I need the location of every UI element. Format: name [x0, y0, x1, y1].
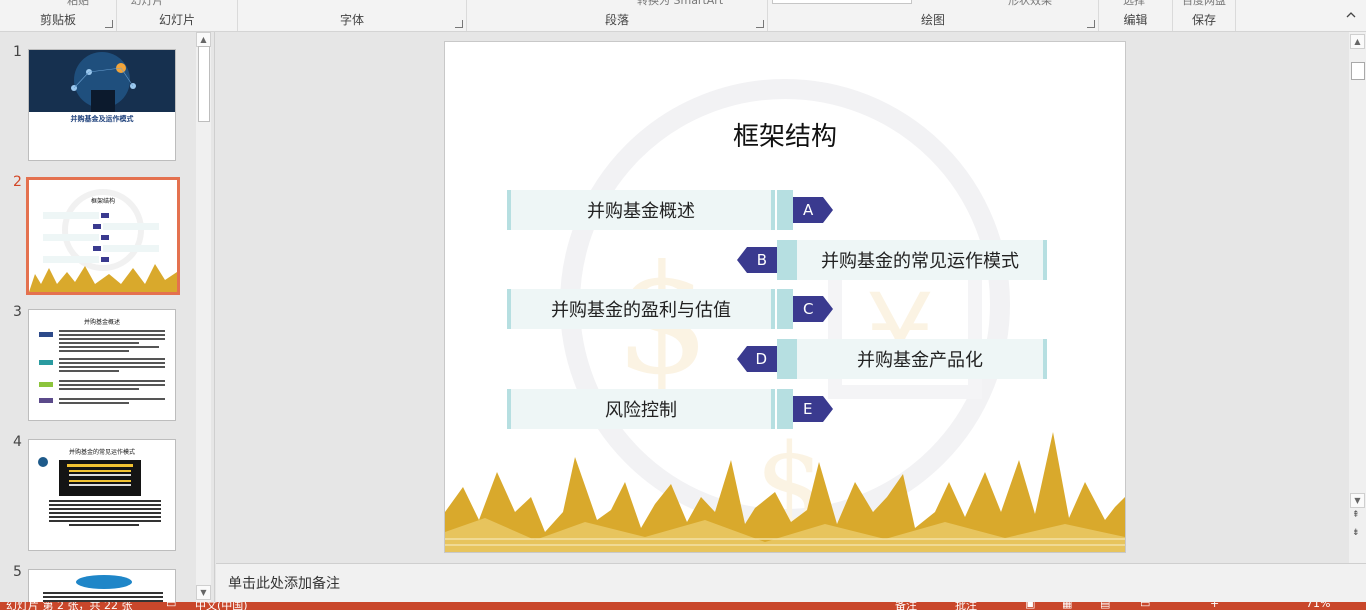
editor-scrollbar[interactable]: ▲ ▼ ⇞ ⇟: [1349, 32, 1366, 563]
new-slide-label[interactable]: 幻灯片: [117, 0, 177, 8]
comments-toggle-button[interactable]: 批注: [955, 602, 977, 610]
scrollbar-thumb[interactable]: [1351, 62, 1365, 80]
thumbnail-slide-preview: [38, 457, 161, 526]
thumbnail-slide-preview: [43, 575, 163, 602]
item-box-a[interactable]: 并购基金概述: [507, 190, 775, 230]
group-label-slides: 幻灯片: [158, 13, 195, 27]
notes-placeholder[interactable]: 单击此处添加备注: [228, 573, 340, 593]
spellcheck-icon[interactable]: ▭: [166, 602, 176, 610]
scroll-down-icon[interactable]: ▼: [196, 585, 211, 600]
scrollbar-thumb[interactable]: [198, 46, 210, 122]
group-label-font: 字体: [339, 13, 364, 27]
next-slide-icon[interactable]: ⇟: [1352, 529, 1360, 538]
normal-view-icon[interactable]: ▣: [1025, 602, 1035, 610]
status-bar: 幻灯片 第 2 张，共 22 张 ▭ 中文(中国) 备注 批注 ▣ ▦ ▤ ▭ …: [0, 602, 1366, 610]
scroll-up-icon[interactable]: ▲: [1350, 34, 1365, 49]
thumbnail-number: 2: [13, 174, 22, 190]
thumbnail-cover-image: [29, 50, 175, 112]
slide-canvas[interactable]: $ ¥ $ 框架结构 并购基金概述 A B 并购基金的常见运作模式 并购基金的盈…: [444, 41, 1126, 553]
group-label-clipboard: 剪贴板: [39, 13, 76, 27]
thumbnail-number: 3: [13, 304, 22, 320]
slide-sorter-icon[interactable]: ▦: [1062, 602, 1072, 610]
connector-bar: [777, 289, 793, 329]
ribbon-group-clipboard: 粘贴 剪贴板: [0, 0, 117, 31]
thumbnail-number: 4: [13, 434, 22, 450]
dialog-launcher-icon[interactable]: [1087, 20, 1095, 28]
thumbnail-slide-preview: [39, 330, 165, 404]
dialog-launcher-icon[interactable]: [455, 20, 463, 28]
slide-thumbnail-5[interactable]: [28, 569, 176, 604]
zoom-slider[interactable]: +: [1210, 602, 1219, 610]
language-status[interactable]: 中文(中国): [195, 602, 248, 610]
item-box-e[interactable]: 风险控制: [507, 389, 775, 429]
slide-thumbnail-1[interactable]: 并购基金及运作模式: [28, 49, 176, 161]
collapse-ribbon-icon[interactable]: [1346, 10, 1356, 20]
ribbon-group-slides: 幻灯片 幻灯片: [117, 0, 238, 31]
connector-bar: [777, 240, 793, 280]
reading-view-icon[interactable]: ▤: [1100, 602, 1110, 610]
thumbnail-title: 并购基金及运作模式: [70, 115, 134, 123]
slide-thumbnail-2[interactable]: 框架结构: [26, 177, 180, 295]
ribbon-group-font: 字体: [238, 0, 467, 31]
thumbnail-scrollbar[interactable]: ▲ ▼: [196, 32, 211, 602]
group-label-save: 保存: [1191, 13, 1216, 27]
dialog-launcher-icon[interactable]: [756, 20, 764, 28]
connector-bar: [777, 190, 793, 230]
paste-label[interactable]: 粘贴: [40, 0, 116, 8]
notes-toggle-button[interactable]: 备注: [895, 602, 917, 610]
item-box-c[interactable]: 并购基金的盈利与估值: [507, 289, 775, 329]
connector-bar: [777, 339, 793, 379]
scroll-down-icon[interactable]: ▼: [1350, 493, 1365, 508]
group-label-editing: 编辑: [1123, 13, 1148, 27]
item-box-d[interactable]: 并购基金产品化: [793, 339, 1047, 379]
slide-thumbnail-4[interactable]: 并购基金的常见运作模式: [28, 439, 176, 551]
ribbon-group-paragraph: 转换为 SmartArt 段落: [467, 0, 768, 31]
smartart-label[interactable]: 转换为 SmartArt: [637, 0, 767, 8]
baidu-disk-label[interactable]: 百度网盘: [1173, 0, 1235, 8]
group-label-drawing: 绘图: [920, 13, 945, 27]
shape-effects-label[interactable]: 形状效果: [1008, 0, 1098, 8]
slideshow-icon[interactable]: ▭: [1140, 602, 1150, 610]
zoom-level[interactable]: 71%: [1306, 602, 1330, 610]
thumbnail-number: 5: [13, 564, 22, 580]
thumbnail-slide-preview: [29, 189, 177, 292]
connector-bar: [777, 389, 793, 429]
slide-thumbnail-3[interactable]: 并购基金概述: [28, 309, 176, 421]
group-label-paragraph: 段落: [604, 13, 629, 27]
thumbnail-number: 1: [13, 44, 22, 60]
select-label[interactable]: 选择: [1123, 0, 1172, 8]
dialog-launcher-icon[interactable]: [105, 20, 113, 28]
previous-slide-icon[interactable]: ⇞: [1352, 511, 1360, 520]
scroll-up-icon[interactable]: ▲: [196, 32, 211, 47]
ribbon: 粘贴 剪贴板 幻灯片 幻灯片 字体 转换为 SmartArt 段落 形状效果 绘…: [0, 0, 1366, 32]
notes-pane[interactable]: 单击此处添加备注: [216, 563, 1366, 603]
slide-title[interactable]: 框架结构: [445, 116, 1125, 153]
ribbon-group-drawing: 形状效果 绘图: [768, 0, 1099, 31]
shape-gallery[interactable]: [772, 0, 912, 4]
ribbon-group-save: 百度网盘 保存: [1173, 0, 1236, 31]
item-box-b[interactable]: 并购基金的常见运作模式: [793, 240, 1047, 280]
ribbon-group-editing: 选择 编辑: [1099, 0, 1173, 31]
slide-thumbnail-pane: 1 并购基金及运作模式 2 框架结构 3 并购基金概述 4 并购基金的常见运作模…: [0, 32, 215, 604]
slide-editor-area: $ ¥ $ 框架结构 并购基金概述 A B 并购基金的常见运作模式 并购基金的盈…: [216, 32, 1348, 562]
slide-count-status: 幻灯片 第 2 张，共 22 张: [6, 602, 133, 610]
